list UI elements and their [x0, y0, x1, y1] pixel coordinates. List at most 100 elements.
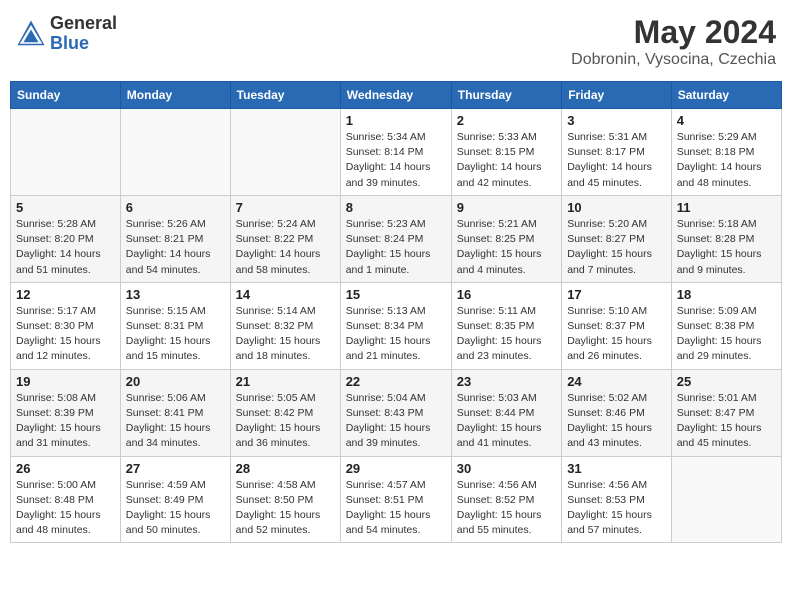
day-number: 12 — [16, 287, 115, 302]
day-number: 15 — [346, 287, 446, 302]
calendar-cell: 10 Sunrise: 5:20 AM Sunset: 8:27 PM Dayli… — [562, 195, 672, 282]
calendar-location: Dobronin, Vysocina, Czechia — [571, 51, 776, 69]
calendar-cell: 30Sunrise: 4:56 AM Sunset: 8:52 PM Dayli… — [451, 456, 561, 543]
calendar-cell: 21Sunrise: 5:05 AM Sunset: 8:42 PM Dayli… — [230, 369, 340, 456]
calendar-cell: 13Sunrise: 5:15 AM Sunset: 8:31 PM Dayli… — [120, 282, 230, 369]
calendar-cell — [230, 109, 340, 196]
calendar-cell: 22Sunrise: 5:04 AM Sunset: 8:43 PM Dayli… — [340, 369, 451, 456]
calendar-week-row: 26Sunrise: 5:00 AM Sunset: 8:48 PM Dayli… — [11, 456, 782, 543]
day-info: Sunrise: 5:34 AM Sunset: 8:14 PM Dayligh… — [346, 130, 446, 191]
day-number: 30 — [457, 461, 556, 476]
calendar-table: SundayMondayTuesdayWednesdayThursdayFrid… — [10, 81, 782, 543]
logo-blue-text: Blue — [50, 34, 117, 54]
calendar-cell: 15 Sunrise: 5:13 AM Sunset: 8:34 PM Dayli… — [340, 282, 451, 369]
calendar-cell: 25 Sunrise: 5:01 AM Sunset: 8:47 PM Dayli… — [671, 369, 781, 456]
day-info: Sunrise: 4:58 AM Sunset: 8:50 PM Dayligh… — [236, 478, 335, 539]
day-number: 29 — [346, 461, 446, 476]
day-info: Sunrise: 5:09 AM Sunset: 8:38 PM Dayligh… — [677, 304, 776, 365]
calendar-week-row: 5 Sunrise: 5:28 AM Sunset: 8:20 PM Daylig… — [11, 195, 782, 282]
calendar-week-row: 19Sunrise: 5:08 AM Sunset: 8:39 PM Dayli… — [11, 369, 782, 456]
logo-general-text: General — [50, 14, 117, 34]
calendar-title: May 2024 — [571, 14, 776, 51]
day-info: Sunrise: 4:59 AM Sunset: 8:49 PM Dayligh… — [126, 478, 225, 539]
calendar-cell: 26Sunrise: 5:00 AM Sunset: 8:48 PM Dayli… — [11, 456, 121, 543]
day-info: Sunrise: 5:06 AM Sunset: 8:41 PM Dayligh… — [126, 391, 225, 452]
calendar-cell — [120, 109, 230, 196]
day-number: 3 — [567, 113, 666, 128]
logo: General Blue — [16, 14, 117, 54]
day-info: Sunrise: 5:23 AM Sunset: 8:24 PM Dayligh… — [346, 217, 446, 278]
day-number: 26 — [16, 461, 115, 476]
day-number: 23 — [457, 374, 556, 389]
day-number: 24 — [567, 374, 666, 389]
weekday-header: Thursday — [451, 82, 561, 109]
day-number: 17 — [567, 287, 666, 302]
day-number: 20 — [126, 374, 225, 389]
calendar-cell: 20 Sunrise: 5:06 AM Sunset: 8:41 PM Dayli… — [120, 369, 230, 456]
day-info: Sunrise: 5:02 AM Sunset: 8:46 PM Dayligh… — [567, 391, 666, 452]
day-number: 4 — [677, 113, 776, 128]
calendar-cell: 31 Sunrise: 4:56 AM Sunset: 8:53 PM Dayli… — [562, 456, 672, 543]
calendar-cell: 16 Sunrise: 5:11 AM Sunset: 8:35 PM Dayli… — [451, 282, 561, 369]
calendar-cell: 29 Sunrise: 4:57 AM Sunset: 8:51 PM Dayli… — [340, 456, 451, 543]
calendar-cell: 3Sunrise: 5:31 AM Sunset: 8:17 PM Daylig… — [562, 109, 672, 196]
logo-text: General Blue — [50, 14, 117, 54]
day-info: Sunrise: 5:29 AM Sunset: 8:18 PM Dayligh… — [677, 130, 776, 191]
day-number: 9 — [457, 200, 556, 215]
day-number: 2 — [457, 113, 556, 128]
day-info: Sunrise: 5:17 AM Sunset: 8:30 PM Dayligh… — [16, 304, 115, 365]
day-info: Sunrise: 4:57 AM Sunset: 8:51 PM Dayligh… — [346, 478, 446, 539]
day-number: 31 — [567, 461, 666, 476]
calendar-week-row: 12 Sunrise: 5:17 AM Sunset: 8:30 PM Dayli… — [11, 282, 782, 369]
calendar-cell: 5 Sunrise: 5:28 AM Sunset: 8:20 PM Daylig… — [11, 195, 121, 282]
day-info: Sunrise: 5:18 AM Sunset: 8:28 PM Dayligh… — [677, 217, 776, 278]
day-info: Sunrise: 5:03 AM Sunset: 8:44 PM Dayligh… — [457, 391, 556, 452]
day-number: 16 — [457, 287, 556, 302]
calendar-cell: 8 Sunrise: 5:23 AM Sunset: 8:24 PM Daylig… — [340, 195, 451, 282]
calendar-cell — [671, 456, 781, 543]
calendar-cell: 17 Sunrise: 5:10 AM Sunset: 8:37 PM Dayli… — [562, 282, 672, 369]
day-info: Sunrise: 5:15 AM Sunset: 8:31 PM Dayligh… — [126, 304, 225, 365]
weekday-header: Tuesday — [230, 82, 340, 109]
day-info: Sunrise: 5:05 AM Sunset: 8:42 PM Dayligh… — [236, 391, 335, 452]
weekday-header: Saturday — [671, 82, 781, 109]
day-number: 6 — [126, 200, 225, 215]
weekday-header-row: SundayMondayTuesdayWednesdayThursdayFrid… — [11, 82, 782, 109]
weekday-header: Friday — [562, 82, 672, 109]
logo-icon — [16, 19, 46, 49]
day-number: 7 — [236, 200, 335, 215]
day-info: Sunrise: 5:11 AM Sunset: 8:35 PM Dayligh… — [457, 304, 556, 365]
calendar-cell: 9 Sunrise: 5:21 AM Sunset: 8:25 PM Daylig… — [451, 195, 561, 282]
title-block: May 2024 Dobronin, Vysocina, Czechia — [571, 14, 776, 69]
day-info: Sunrise: 5:13 AM Sunset: 8:34 PM Dayligh… — [346, 304, 446, 365]
day-number: 5 — [16, 200, 115, 215]
day-number: 10 — [567, 200, 666, 215]
day-info: Sunrise: 5:20 AM Sunset: 8:27 PM Dayligh… — [567, 217, 666, 278]
day-number: 8 — [346, 200, 446, 215]
page-header: General Blue May 2024 Dobronin, Vysocina… — [10, 10, 782, 73]
day-info: Sunrise: 4:56 AM Sunset: 8:53 PM Dayligh… — [567, 478, 666, 539]
calendar-cell: 19Sunrise: 5:08 AM Sunset: 8:39 PM Dayli… — [11, 369, 121, 456]
day-number: 28 — [236, 461, 335, 476]
day-info: Sunrise: 5:01 AM Sunset: 8:47 PM Dayligh… — [677, 391, 776, 452]
day-info: Sunrise: 5:08 AM Sunset: 8:39 PM Dayligh… — [16, 391, 115, 452]
day-info: Sunrise: 5:28 AM Sunset: 8:20 PM Dayligh… — [16, 217, 115, 278]
day-number: 25 — [677, 374, 776, 389]
calendar-cell — [11, 109, 121, 196]
day-info: Sunrise: 5:26 AM Sunset: 8:21 PM Dayligh… — [126, 217, 225, 278]
calendar-cell: 11 Sunrise: 5:18 AM Sunset: 8:28 PM Dayli… — [671, 195, 781, 282]
day-number: 14 — [236, 287, 335, 302]
calendar-cell: 4 Sunrise: 5:29 AM Sunset: 8:18 PM Daylig… — [671, 109, 781, 196]
calendar-cell: 18 Sunrise: 5:09 AM Sunset: 8:38 PM Dayli… — [671, 282, 781, 369]
day-info: Sunrise: 5:24 AM Sunset: 8:22 PM Dayligh… — [236, 217, 335, 278]
calendar-cell: 6 Sunrise: 5:26 AM Sunset: 8:21 PM Daylig… — [120, 195, 230, 282]
calendar-cell: 7 Sunrise: 5:24 AM Sunset: 8:22 PM Daylig… — [230, 195, 340, 282]
day-info: Sunrise: 5:21 AM Sunset: 8:25 PM Dayligh… — [457, 217, 556, 278]
calendar-cell: 24 Sunrise: 5:02 AM Sunset: 8:46 PM Dayli… — [562, 369, 672, 456]
day-number: 18 — [677, 287, 776, 302]
calendar-cell: 28 Sunrise: 4:58 AM Sunset: 8:50 PM Dayli… — [230, 456, 340, 543]
day-number: 11 — [677, 200, 776, 215]
day-info: Sunrise: 5:10 AM Sunset: 8:37 PM Dayligh… — [567, 304, 666, 365]
day-number: 22 — [346, 374, 446, 389]
calendar-week-row: 1Sunrise: 5:34 AM Sunset: 8:14 PM Daylig… — [11, 109, 782, 196]
